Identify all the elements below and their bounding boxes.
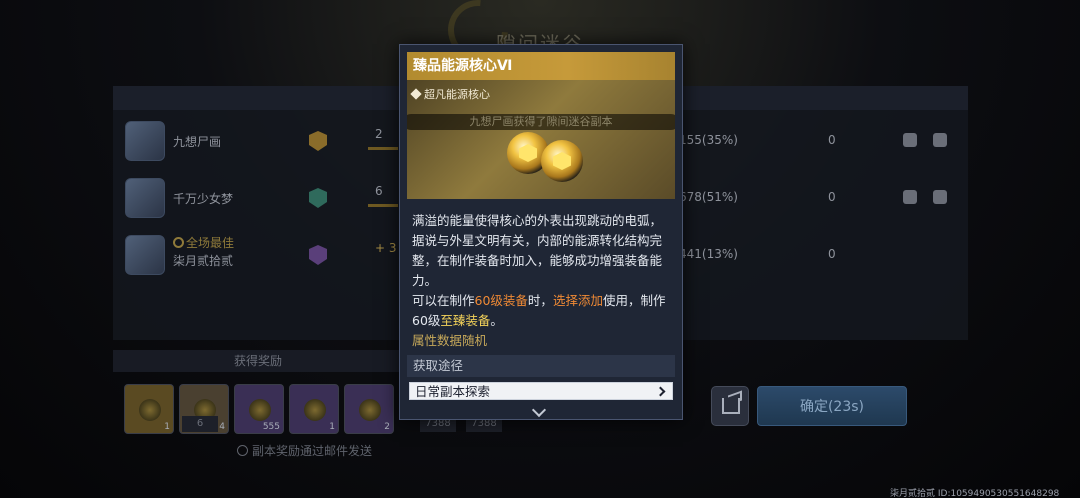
player-level: + 3 xyxy=(375,241,397,255)
diamond-icon xyxy=(410,88,422,100)
star-icon xyxy=(173,237,184,248)
reward-slot[interactable]: 2 xyxy=(344,384,394,434)
player-name: 九想尸画 xyxy=(173,135,222,149)
slot-count: 555 xyxy=(262,422,280,432)
rank-badge-icon xyxy=(309,188,327,208)
rewards-header: 获得奖励 xyxy=(113,350,403,372)
acquisition-header: 获取途径 xyxy=(407,355,675,377)
item-description: 满溢的能量使得核心的外表出现跳动的电弧，据说与外星文明有关，内部的能源转化结构完… xyxy=(412,211,674,331)
medal-icon xyxy=(249,399,271,421)
confirm-button[interactable]: 确定(23s) xyxy=(757,386,907,426)
damage-value: 678(51%) xyxy=(679,190,738,204)
score-value: 0 xyxy=(828,133,836,147)
mail-notice-text: 副本奖励通过邮件发送 xyxy=(252,444,373,458)
slot-count: 1 xyxy=(329,422,335,432)
highlight-level-equip: 60级装备 xyxy=(474,293,528,308)
quantity-label: 6 xyxy=(182,416,218,432)
rank-badge-icon xyxy=(309,131,327,151)
energy-core-icon xyxy=(541,140,583,182)
score-value: 0 xyxy=(828,190,836,204)
like-icon[interactable] xyxy=(933,133,947,147)
mail-notice: 副本奖励通过邮件发送 xyxy=(237,442,372,459)
rarity-text: 超凡能源核心 xyxy=(424,88,490,101)
reward-slot[interactable]: 1 xyxy=(289,384,339,434)
chevron-down-icon[interactable] xyxy=(531,402,547,418)
like-icon[interactable] xyxy=(933,190,947,204)
highlight-supreme-equip: 至臻装备 xyxy=(440,313,491,328)
share-button[interactable] xyxy=(711,386,749,426)
avatar[interactable] xyxy=(125,178,165,218)
best-player-badge: 全场最佳 xyxy=(173,234,234,251)
player-name: 千万少女梦 xyxy=(173,192,234,206)
reward-slot[interactable]: 555 xyxy=(234,384,284,434)
damage-value: 155(35%) xyxy=(679,133,738,147)
level-bar xyxy=(368,204,398,207)
rarity-label: 超凡能源核心 xyxy=(410,86,490,102)
player-level: 6 xyxy=(375,184,383,198)
score-value: 0 xyxy=(828,247,836,261)
player-level: 2 xyxy=(375,127,383,141)
add-friend-icon[interactable] xyxy=(903,133,917,147)
info-icon xyxy=(237,445,248,456)
description-usage: 可以在制作60级装备时，选择添加使用，制作60级至臻装备。 xyxy=(412,293,666,328)
gear-core-icon xyxy=(304,399,326,421)
level-bar xyxy=(368,147,398,150)
weapon-icon xyxy=(359,399,381,421)
acquire-overlay: 九想尸画获得了隙间迷谷副本 xyxy=(407,114,675,130)
reward-slot[interactable]: 1 xyxy=(124,384,174,434)
slot-count: 1 xyxy=(164,422,170,432)
item-title: 臻品能源核心Ⅵ xyxy=(407,52,675,80)
avatar[interactable] xyxy=(125,121,165,161)
player-name: 柒月贰拾贰 xyxy=(173,254,234,268)
item-artwork: 超凡能源核心 九想尸画获得了隙间迷谷副本 xyxy=(407,80,675,199)
attribute-note: 属性数据随机 xyxy=(412,333,488,348)
best-player-label: 全场最佳 xyxy=(186,236,235,250)
highlight-select-add: 选择添加 xyxy=(552,293,603,308)
item-detail-popup: 臻品能源核心Ⅵ 超凡能源核心 九想尸画获得了隙间迷谷副本 满溢的能量使得核心的外… xyxy=(399,44,683,420)
slot-count: 4 xyxy=(219,422,225,432)
add-friend-icon[interactable] xyxy=(903,190,917,204)
acquisition-item-daily-dungeon[interactable]: 日常副本探索 xyxy=(409,382,673,400)
damage-value: 441(13%) xyxy=(679,247,738,261)
description-paragraph: 满溢的能量使得核心的外表出现跳动的电弧，据说与外星文明有关，内部的能源转化结构完… xyxy=(412,213,663,288)
player-id-footer: 柒月贰拾贰 ID:10594905305516482​98 xyxy=(890,489,1060,498)
slot-count: 2 xyxy=(384,422,390,432)
rank-badge-icon xyxy=(309,245,327,265)
acquisition-item-label: 日常副本探索 xyxy=(415,384,491,399)
energy-core-icon xyxy=(139,399,161,421)
avatar[interactable] xyxy=(125,235,165,275)
chevron-right-icon xyxy=(655,386,666,397)
